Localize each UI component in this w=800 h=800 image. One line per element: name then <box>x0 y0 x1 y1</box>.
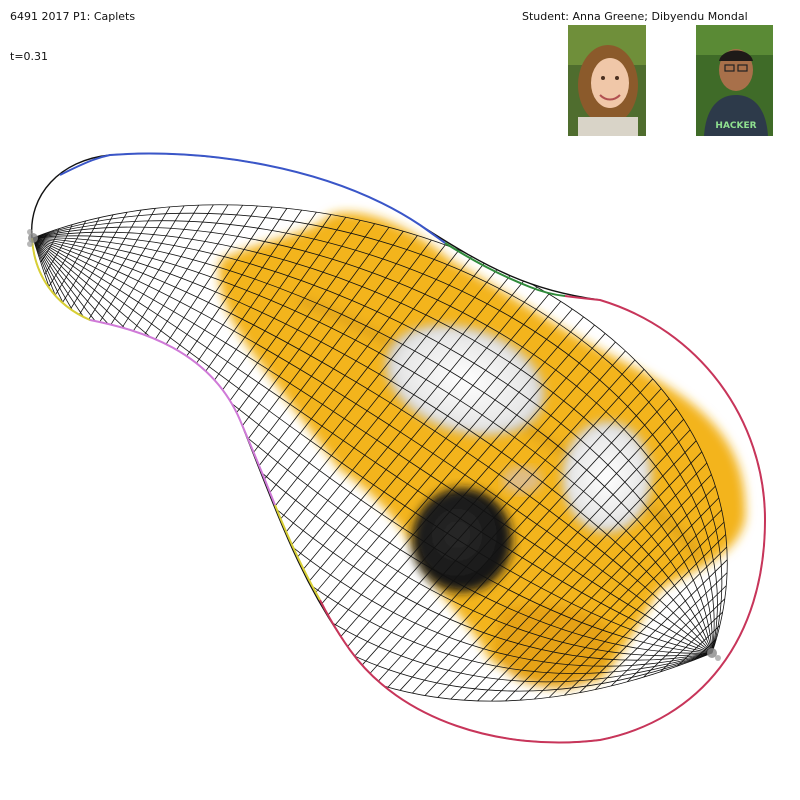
time-readout: t=0.31 <box>10 50 49 63</box>
portrait-woman-icon <box>568 25 646 136</box>
student-names: Student: Anna Greene; Dibyendu Mondal <box>522 10 748 23</box>
canvas[interactable]: 6491 2017 P1: Caplets t=0.31 Student: An… <box>0 0 800 800</box>
caplet-canvas[interactable] <box>0 0 800 800</box>
student-photo-anna <box>568 25 646 136</box>
shirt-text: HACKER <box>715 121 756 131</box>
student-photo-dibyendu: HACKER <box>696 25 773 136</box>
emoji-mouth <box>412 488 512 592</box>
project-title: 6491 2017 P1: Caplets <box>10 10 136 23</box>
portrait-man-icon: HACKER <box>696 25 773 136</box>
